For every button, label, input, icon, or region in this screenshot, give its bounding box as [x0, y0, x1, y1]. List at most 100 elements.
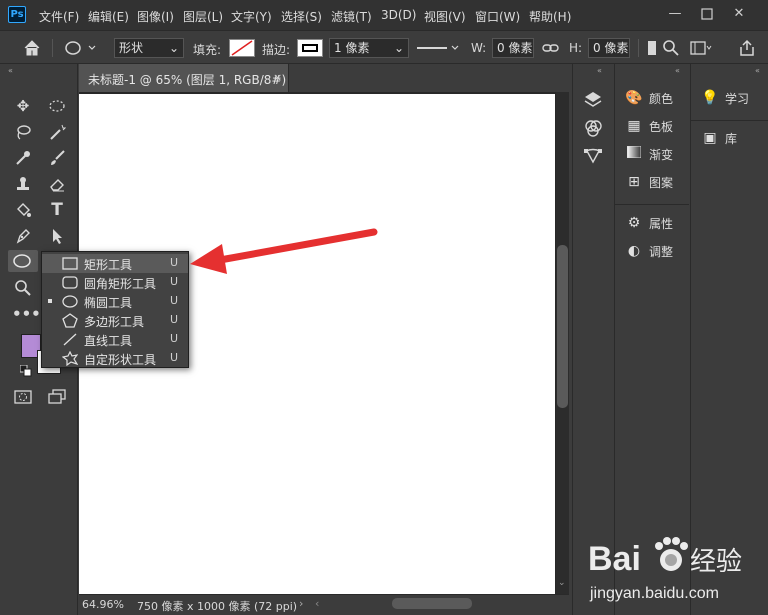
- collapse-icon[interactable]: «: [8, 66, 13, 75]
- fill-swatch[interactable]: [229, 39, 255, 57]
- screen-mode-icon[interactable]: [46, 386, 68, 408]
- menu-select[interactable]: 选择(S): [281, 8, 322, 25]
- shape-mode-select[interactable]: 形状 ⌄: [114, 38, 184, 58]
- flyout-label: 多边形工具: [84, 315, 145, 329]
- shortcut-key: U: [169, 256, 178, 269]
- flyout-item-rectangle[interactable]: 矩形工具 U: [42, 254, 188, 273]
- move-tool-icon[interactable]: ✥: [12, 95, 34, 117]
- shape-tool-active[interactable]: [8, 250, 38, 272]
- chevron-down-icon: ⌄: [168, 41, 179, 55]
- panel-label: 图案: [649, 176, 674, 190]
- menu-window[interactable]: 窗口(W): [475, 8, 520, 25]
- panel-adjustments[interactable]: ◐ 调整: [625, 243, 673, 269]
- paw-logo: [655, 537, 688, 571]
- collapse-icon[interactable]: «: [597, 66, 602, 75]
- height-label: H:: [569, 41, 583, 55]
- photoshop-logo: Ps: [8, 6, 26, 23]
- path-selection-icon[interactable]: [46, 225, 68, 247]
- options-bar: 形状 ⌄ 填充: 描边: 1 像素 ⌄ W: 0 像素 H: 0 像素: [0, 30, 768, 64]
- workspace-icon[interactable]: [690, 40, 712, 56]
- panel-properties[interactable]: ⚙ 属性: [625, 215, 673, 241]
- zoom-tool-icon[interactable]: [12, 277, 34, 299]
- eyedropper-icon[interactable]: [12, 147, 34, 169]
- panel-label: 学习: [725, 92, 750, 106]
- menu-type[interactable]: 文字(Y): [231, 8, 272, 25]
- collapse-icon[interactable]: «: [755, 66, 760, 75]
- annotation-arrow: [190, 228, 378, 274]
- flyout-item-line[interactable]: 直线工具 U: [42, 330, 188, 349]
- panel-label: 调整: [649, 245, 674, 259]
- maximize-icon[interactable]: [697, 4, 717, 24]
- share-icon[interactable]: [738, 39, 756, 57]
- chevron-down-icon: ⌄: [393, 41, 404, 55]
- panel-label: 色板: [649, 120, 674, 134]
- menu-help[interactable]: 帮助(H): [529, 8, 571, 25]
- stroke-swatch[interactable]: [297, 39, 323, 57]
- stamp-tool-icon[interactable]: [12, 173, 34, 195]
- menu-edit[interactable]: 编辑(E): [88, 8, 129, 25]
- panel-label: 库: [725, 132, 738, 146]
- magic-wand-icon[interactable]: [46, 121, 68, 143]
- shortcut-key: U: [169, 332, 178, 345]
- search-icon[interactable]: [662, 39, 680, 57]
- quick-mask-icon[interactable]: [12, 386, 34, 408]
- panel-learn[interactable]: 💡 学习: [701, 90, 749, 116]
- panel-color[interactable]: 🎨 颜色: [625, 90, 673, 116]
- width-input[interactable]: 0 像素: [492, 38, 534, 58]
- close-tab-icon[interactable]: ×: [273, 71, 282, 84]
- tool-preset-picker[interactable]: [64, 39, 98, 57]
- eraser-icon[interactable]: [46, 173, 68, 195]
- flyout-item-rounded-rectangle[interactable]: 圆角矩形工具 U: [42, 273, 188, 292]
- pen-tool-icon[interactable]: [12, 225, 34, 247]
- scroll-left-icon[interactable]: ‹: [315, 597, 319, 610]
- vertical-scroll-thumb[interactable]: [557, 245, 568, 408]
- menu-layer[interactable]: 图层(L): [183, 8, 223, 25]
- channels-icon[interactable]: [583, 118, 603, 138]
- stroke-type-select[interactable]: [415, 39, 463, 57]
- stroke-width-value: 1 像素: [334, 41, 370, 55]
- path-operations-icon[interactable]: [648, 41, 656, 55]
- panel-swatches[interactable]: ▦ 色板: [625, 118, 673, 144]
- link-icon[interactable]: [541, 40, 561, 56]
- ellipse-icon: [62, 294, 78, 309]
- marquee-tool-icon[interactable]: [46, 95, 68, 117]
- more-tools-icon[interactable]: •••: [12, 303, 41, 325]
- minimize-icon[interactable]: —: [665, 4, 685, 24]
- active-indicator: [48, 299, 52, 303]
- scroll-down-icon[interactable]: ⌄: [558, 578, 568, 588]
- menu-3d[interactable]: 3D(D): [381, 8, 416, 22]
- stroke-label: 描边:: [262, 43, 291, 57]
- collapse-icon[interactable]: «: [675, 66, 680, 75]
- panel-library[interactable]: ▣ 库: [701, 130, 737, 156]
- width-label: W:: [471, 41, 487, 55]
- brush-tool-icon[interactable]: [46, 147, 68, 169]
- menu-filter[interactable]: 滤镜(T): [331, 8, 372, 25]
- flyout-item-polygon[interactable]: 多边形工具 U: [42, 311, 188, 330]
- menu-view[interactable]: 视图(V): [424, 8, 466, 25]
- paint-bucket-icon[interactable]: [12, 199, 34, 221]
- flyout-item-ellipse[interactable]: 椭圆工具 U: [42, 292, 188, 311]
- palette-icon: 🎨: [625, 90, 643, 106]
- zoom-level[interactable]: 64.96%: [82, 598, 124, 611]
- lasso-tool-icon[interactable]: [12, 121, 34, 143]
- custom-shape-icon: [61, 350, 79, 367]
- home-icon[interactable]: [22, 38, 42, 58]
- menu-image[interactable]: 图像(I): [137, 8, 174, 25]
- flyout-label: 自定形状工具: [84, 353, 157, 367]
- stroke-width-field[interactable]: 1 像素 ⌄: [329, 38, 409, 58]
- document-tab[interactable]: 未标题-1 @ 65% (图层 1, RGB/8#) ×: [79, 64, 289, 92]
- panel-gradient[interactable]: 渐变: [625, 145, 673, 172]
- adjustments-icon: ◐: [627, 243, 641, 259]
- default-colors-icon[interactable]: [19, 364, 32, 377]
- status-menu-chevron-icon[interactable]: ›: [299, 597, 303, 610]
- menu-file[interactable]: 文件(F): [39, 8, 79, 25]
- close-icon[interactable]: ✕: [729, 4, 749, 24]
- panel-pattern[interactable]: ⊞ 图案: [625, 174, 673, 200]
- type-tool-icon[interactable]: T: [46, 199, 68, 221]
- flyout-item-custom-shape[interactable]: 自定形状工具 U: [42, 349, 188, 368]
- paths-icon[interactable]: [583, 146, 603, 166]
- horizontal-scroll-thumb[interactable]: [392, 598, 472, 609]
- layers-icon[interactable]: [583, 90, 603, 110]
- lightbulb-icon: 💡: [701, 90, 719, 106]
- height-input[interactable]: 0 像素: [588, 38, 630, 58]
